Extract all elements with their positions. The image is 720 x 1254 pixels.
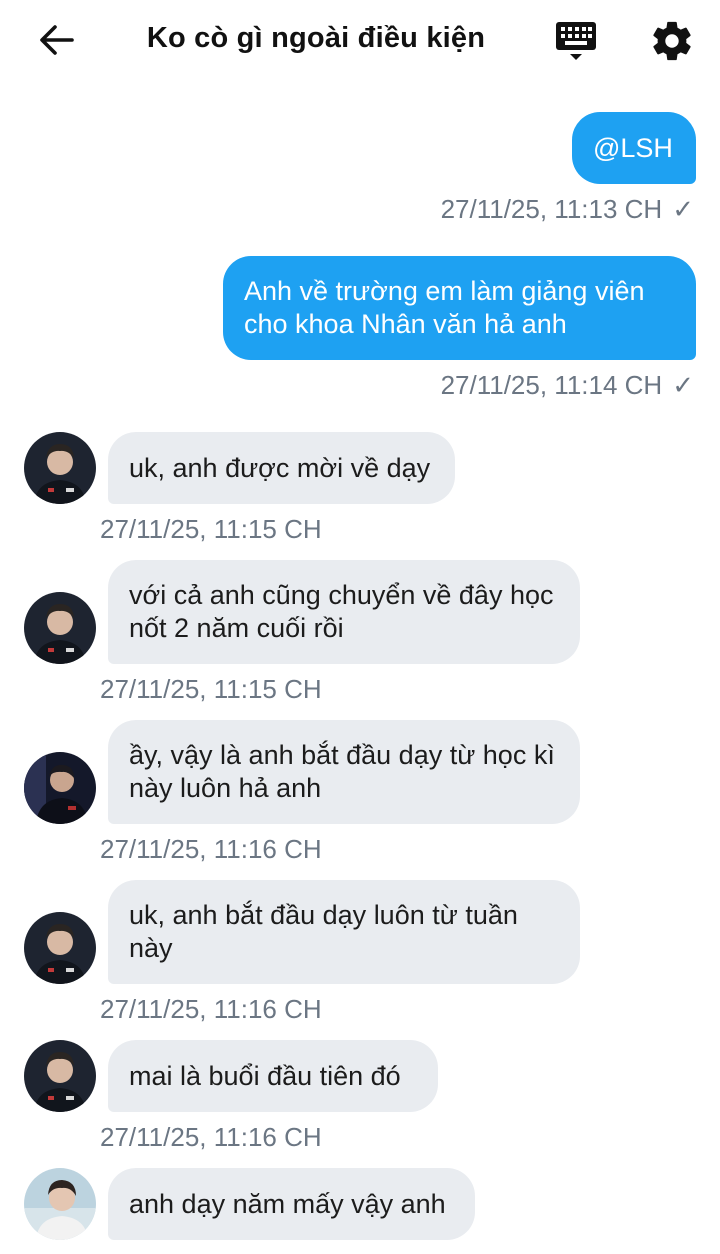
chat-title: Ko cò gì ngoài điều kiện [146, 22, 486, 54]
incoming-message-bubble[interactable]: uk, anh bắt đầu dạy luôn từ tuần này [108, 880, 580, 984]
message-text: ầy, vậy là anh bắt đầu dạy từ học kì này… [129, 740, 555, 803]
message-text: mai là buổi đầu tiên đó [129, 1060, 401, 1091]
avatar[interactable] [24, 912, 96, 984]
keyboard-icon [556, 22, 596, 60]
message-timestamp: 27/11/25, 11:16 CH [100, 1122, 322, 1152]
check-icon: ✓ [672, 370, 694, 400]
message-timestamp: 27/11/25, 11:16 CH [100, 994, 322, 1024]
avatar[interactable] [24, 1168, 96, 1240]
message-text: uk, anh được mời về dạy [129, 452, 431, 483]
avatar[interactable] [24, 592, 96, 664]
avatar-image [24, 1168, 96, 1240]
incoming-message-bubble[interactable]: anh dạy năm mấy vậy anh [108, 1168, 475, 1240]
avatar[interactable] [24, 1040, 96, 1112]
message-timestamp: 27/11/25, 11:13 CH ✓ [440, 194, 694, 224]
message-text: với cả anh cũng chuyển về đây học nốt 2 … [129, 580, 554, 643]
message-text: @LSH [593, 132, 673, 163]
gear-icon [653, 21, 691, 61]
avatar-image [24, 592, 96, 664]
message-text: anh dạy năm mấy vậy anh [129, 1188, 446, 1219]
outgoing-message-bubble[interactable]: Anh về trường em làm giảng viên cho khoa… [223, 256, 696, 360]
avatar-image [24, 912, 96, 984]
message-timestamp: 27/11/25, 11:15 CH [100, 674, 322, 704]
message-timestamp: 27/11/25, 11:16 CH [100, 834, 322, 864]
incoming-message-bubble[interactable]: với cả anh cũng chuyển về đây học nốt 2 … [108, 560, 580, 664]
message-timestamp: 27/11/25, 11:14 CH ✓ [440, 370, 694, 400]
avatar-image [24, 432, 96, 504]
incoming-message-bubble[interactable]: ầy, vậy là anh bắt đầu dạy từ học kì này… [108, 720, 580, 824]
keyboard-button[interactable] [554, 20, 598, 64]
message-text: Anh về trường em làm giảng viên cho khoa… [244, 276, 645, 339]
message-timestamp: 27/11/25, 11:15 CH [100, 514, 322, 544]
avatar-image [24, 752, 96, 824]
avatar[interactable] [24, 432, 96, 504]
settings-button[interactable] [649, 18, 695, 64]
incoming-message-bubble[interactable]: uk, anh được mời về dạy [108, 432, 455, 504]
message-text: uk, anh bắt đầu dạy luôn từ tuần này [129, 900, 518, 963]
avatar-image [24, 1040, 96, 1112]
outgoing-message-bubble[interactable]: @LSH [572, 112, 696, 184]
chat-header: Ko cò gì ngoài điều kiện [0, 0, 720, 82]
avatar[interactable] [24, 752, 96, 824]
incoming-message-bubble[interactable]: mai là buổi đầu tiên đó [108, 1040, 438, 1112]
check-icon: ✓ [672, 194, 694, 224]
